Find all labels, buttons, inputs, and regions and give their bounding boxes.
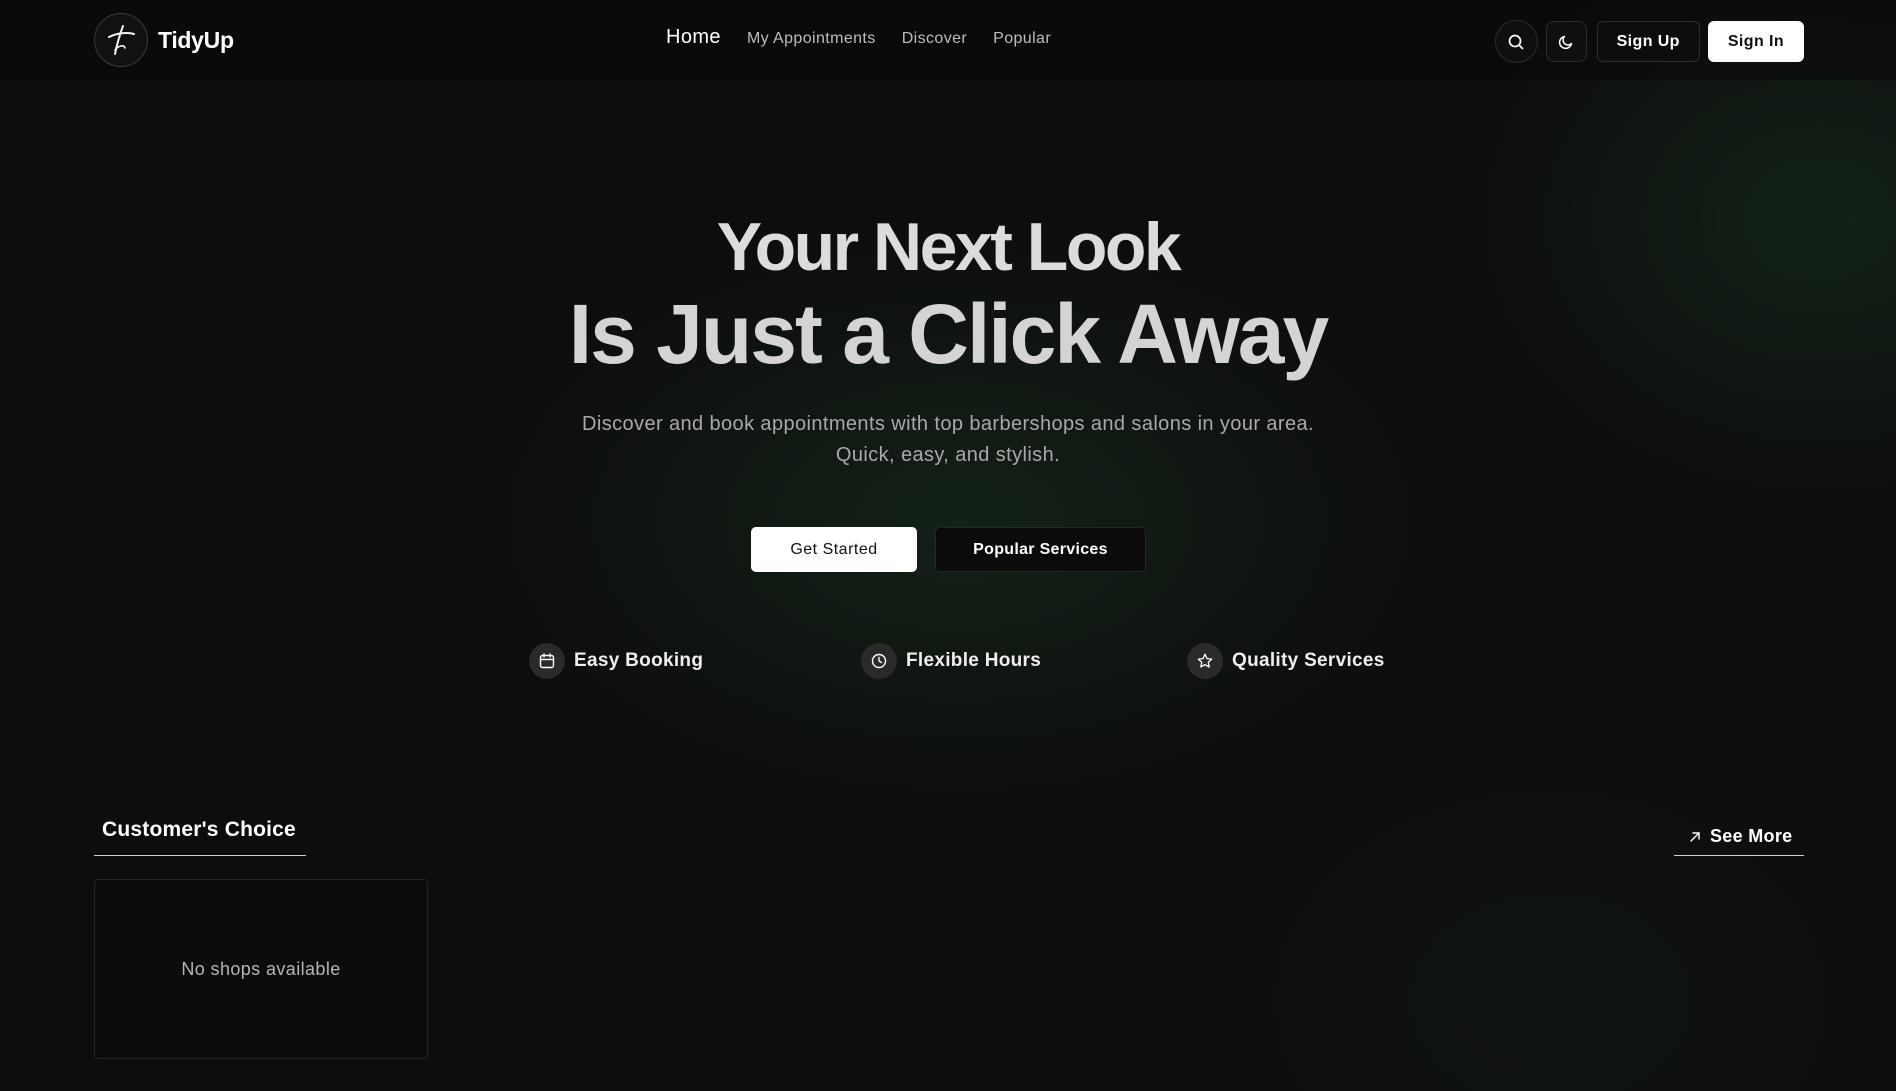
sign-up-button[interactable]: Sign Up: [1596, 21, 1700, 62]
arrow-up-right-icon: [1690, 831, 1700, 842]
clock-icon: [861, 643, 897, 679]
see-more-link[interactable]: See More: [1674, 814, 1804, 856]
empty-shops-message: No shops available: [181, 958, 341, 979]
get-started-button[interactable]: Get Started: [751, 527, 917, 572]
feature-label: Easy Booking: [574, 650, 704, 671]
theme-toggle-button[interactable]: [1545, 21, 1587, 62]
feature-list: Easy Booking Flexible Hours Quality Serv…: [0, 643, 1896, 681]
feature-quality-services: Quality Services: [1187, 643, 1385, 679]
brand-logo[interactable]: TidyUp: [94, 13, 234, 67]
nav-my-appointments[interactable]: My Appointments: [747, 30, 876, 48]
calendar-icon: [529, 643, 565, 679]
feature-label: Quality Services: [1232, 650, 1385, 671]
brand-name: TidyUp: [158, 26, 234, 53]
search-button[interactable]: [1494, 20, 1538, 63]
hero-title-line-1: Your Next Look: [716, 209, 1182, 285]
nav-popular[interactable]: Popular: [993, 30, 1051, 48]
feature-easy-booking: Easy Booking: [529, 643, 703, 679]
sign-in-button[interactable]: Sign In: [1707, 21, 1804, 62]
empty-shops-card: No shops available: [94, 879, 428, 1059]
page: TidyUp Home My Appointments Discover Pop…: [0, 0, 1896, 1091]
top-navbar: TidyUp Home My Appointments Discover Pop…: [0, 0, 1896, 80]
header-actions: Sign Up Sign In: [1494, 20, 1804, 63]
moon-icon: [1558, 35, 1573, 49]
nav-discover[interactable]: Discover: [902, 30, 967, 48]
star-icon: [1187, 643, 1223, 679]
main-nav: Home My Appointments Discover Popular: [666, 26, 1051, 49]
nav-home[interactable]: Home: [666, 26, 721, 49]
search-icon: [1508, 34, 1524, 49]
hero-cta-group: Get Started Popular Services: [751, 527, 1146, 572]
popular-services-button[interactable]: Popular Services: [935, 527, 1146, 572]
customers-choice-heading: Customer's Choice: [94, 814, 306, 856]
hero-subtitle: Discover and book appointments with top …: [582, 413, 1314, 466]
hero-title-line-2: Is Just a Click Away: [568, 287, 1329, 381]
feature-label: Flexible Hours: [906, 650, 1042, 671]
logo-mark-icon: [94, 13, 148, 67]
feature-flexible-hours: Flexible Hours: [861, 643, 1041, 679]
see-more-label: See More: [1710, 826, 1793, 846]
